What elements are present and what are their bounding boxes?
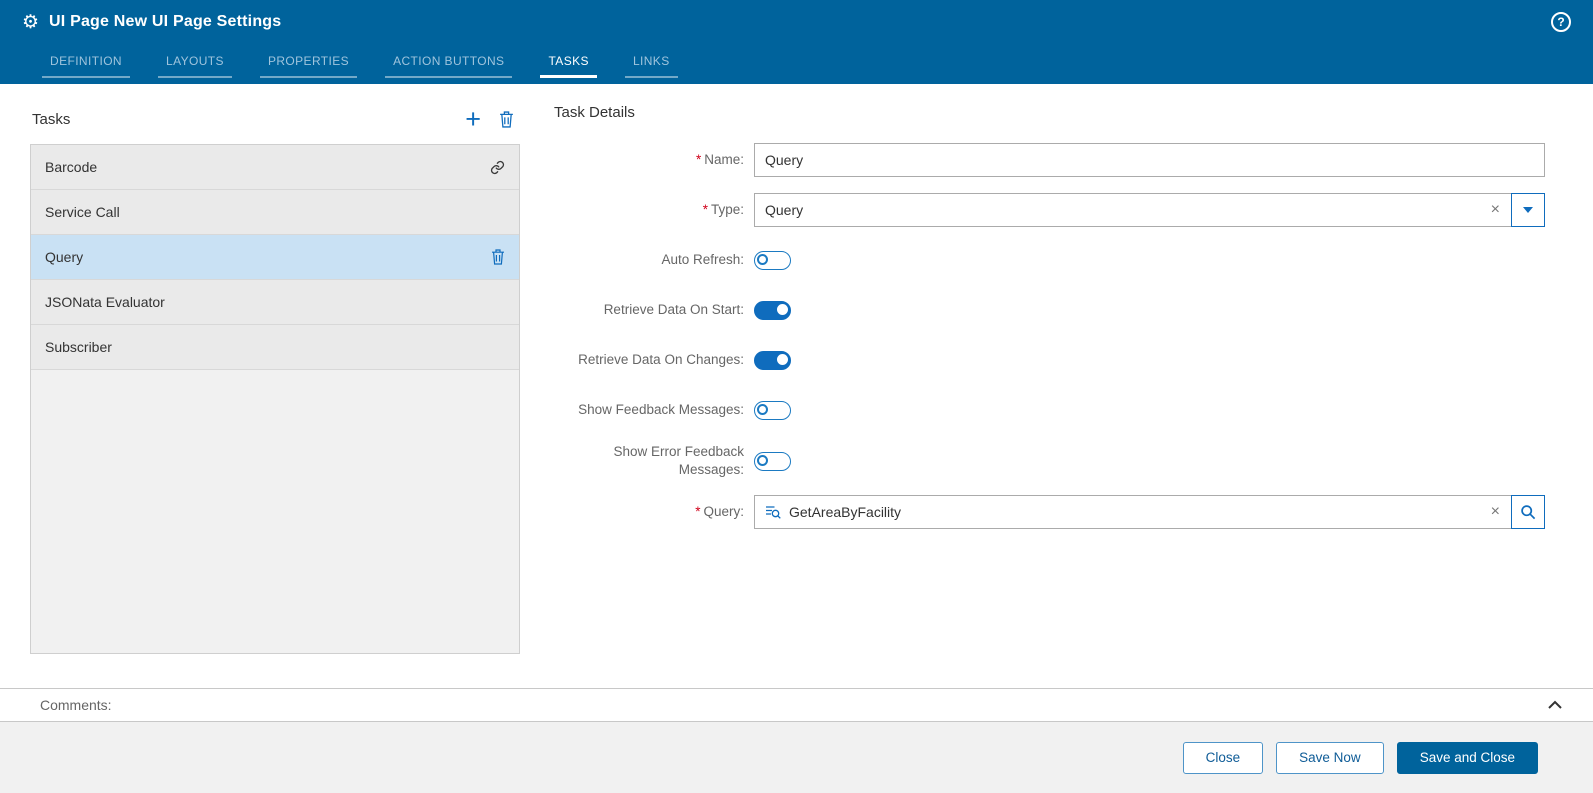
auto-refresh-row: Auto Refresh:	[554, 243, 1545, 277]
type-dropdown-button[interactable]	[1511, 193, 1545, 227]
tab-properties[interactable]: PROPERTIES	[259, 54, 358, 78]
show-error-feedback-messages-toggle[interactable]	[754, 451, 791, 471]
title-row: ⚙ UI Page New UI Page Settings ?	[0, 0, 1593, 44]
ui-page-settings-window: ⚙ UI Page New UI Page Settings ? DEFINIT…	[0, 0, 1593, 793]
save-and-close-button[interactable]: Save and Close	[1396, 741, 1538, 774]
type-field-row: * Type: Query ×	[554, 193, 1545, 227]
task-item-label: Query	[45, 249, 84, 265]
type-value: Query	[765, 202, 804, 218]
search-icon	[1520, 504, 1536, 520]
tab-definition[interactable]: DEFINITION	[42, 54, 130, 78]
task-list-item-barcode[interactable]: Barcode	[31, 145, 519, 190]
delete-task-button[interactable]	[499, 110, 514, 128]
query-search-button[interactable]	[1511, 495, 1545, 530]
toggle-knob	[757, 403, 768, 415]
link-icon	[490, 160, 505, 175]
retrieve-on-start-label: Retrieve Data On Start:	[603, 301, 744, 317]
name-field-label: * Name:	[695, 151, 744, 167]
auto-refresh-label: Auto Refresh:	[661, 251, 744, 267]
task-list-item-service-call[interactable]: Service Call	[31, 190, 519, 235]
chevron-up-icon	[1547, 700, 1563, 710]
tab-tasks[interactable]: TASKS	[540, 54, 597, 78]
query-field-row: * Query: GetAreaByFacility ×	[554, 495, 1545, 530]
comments-section: Comments:	[0, 688, 1593, 722]
task-item-label: Subscriber	[45, 339, 112, 355]
task-list-item-subscriber[interactable]: Subscriber	[31, 325, 519, 370]
footer-bar: Close Save Now Save and Close	[0, 722, 1593, 793]
tasks-panel: Tasks + Barcode Service Call Query JSONa…	[30, 104, 520, 688]
clear-icon[interactable]: ×	[1480, 202, 1511, 218]
retrieve-on-start-row: Retrieve Data On Start:	[554, 293, 1545, 327]
tab-links[interactable]: LINKS	[624, 54, 678, 78]
retrieve-data-on-changes-toggle[interactable]	[754, 350, 791, 370]
save-now-button[interactable]: Save Now	[1276, 741, 1384, 774]
show-feedback-messages-toggle[interactable]	[754, 400, 791, 420]
task-list: Barcode Service Call Query JSONata Evalu…	[30, 144, 520, 654]
auto-refresh-toggle[interactable]	[754, 250, 791, 270]
comments-collapse-button[interactable]	[1547, 700, 1563, 710]
add-task-button[interactable]: +	[465, 106, 481, 133]
task-list-item-query[interactable]: Query	[31, 235, 519, 280]
toggle-knob	[757, 253, 768, 265]
task-list-item-jsonata-evaluator[interactable]: JSONata Evaluator	[31, 280, 519, 325]
toggle-knob	[777, 303, 788, 315]
delete-row-trash-icon[interactable]	[491, 249, 505, 265]
tab-layouts[interactable]: LAYOUTS	[158, 54, 232, 78]
type-field-label: * Type:	[702, 201, 744, 217]
tasks-panel-actions: +	[465, 106, 514, 133]
tab-action-buttons[interactable]: ACTION BUTTONS	[385, 54, 513, 78]
settings-gear-icon: ⚙	[22, 11, 40, 33]
main-content: Tasks + Barcode Service Call Query JSONa…	[0, 84, 1593, 688]
retrieve-on-changes-label: Retrieve Data On Changes:	[578, 351, 744, 367]
chevron-down-icon	[1523, 207, 1533, 213]
task-item-label: Service Call	[45, 204, 120, 220]
name-input[interactable]	[754, 143, 1545, 177]
query-field-label: * Query:	[695, 504, 744, 520]
toggle-knob	[777, 353, 788, 365]
show-feedback-row: Show Feedback Messages:	[554, 393, 1545, 427]
show-feedback-label: Show Feedback Messages:	[578, 401, 744, 417]
task-item-label: Barcode	[45, 159, 98, 175]
toggle-knob	[757, 454, 768, 466]
task-details-title: Task Details	[554, 104, 635, 121]
close-button[interactable]: Close	[1182, 741, 1264, 774]
type-combobox[interactable]: Query ×	[754, 193, 1512, 227]
task-item-label: JSONata Evaluator	[45, 294, 165, 310]
retrieve-on-changes-row: Retrieve Data On Changes:	[554, 343, 1545, 377]
show-error-feedback-label: Show Error Feedback Messages:	[613, 444, 744, 478]
required-marker: *	[695, 504, 701, 520]
query-icon	[765, 504, 781, 520]
show-error-feedback-row: Show Error Feedback Messages:	[554, 443, 1545, 479]
comments-label: Comments:	[40, 697, 112, 713]
tasks-panel-title: Tasks	[32, 110, 71, 128]
required-marker: *	[702, 201, 708, 217]
query-value: GetAreaByFacility	[789, 504, 902, 521]
task-details-panel: Task Details *Name: *Type: Query ×	[554, 104, 1545, 688]
name-field-row: * Name:	[554, 143, 1545, 177]
retrieve-data-on-start-toggle[interactable]	[754, 300, 791, 320]
required-marker: *	[695, 151, 702, 167]
app-header: ⚙ UI Page New UI Page Settings ? DEFINIT…	[0, 0, 1593, 84]
query-combobox[interactable]: GetAreaByFacility ×	[754, 495, 1512, 530]
help-icon[interactable]: ?	[1551, 12, 1571, 32]
trash-icon	[499, 110, 514, 128]
page-title: UI Page New UI Page Settings	[49, 13, 282, 30]
tasks-panel-header: Tasks +	[30, 104, 520, 144]
clear-icon[interactable]: ×	[1480, 504, 1511, 520]
tab-bar: DEFINITION LAYOUTS PROPERTIES ACTION BUT…	[0, 44, 1593, 84]
